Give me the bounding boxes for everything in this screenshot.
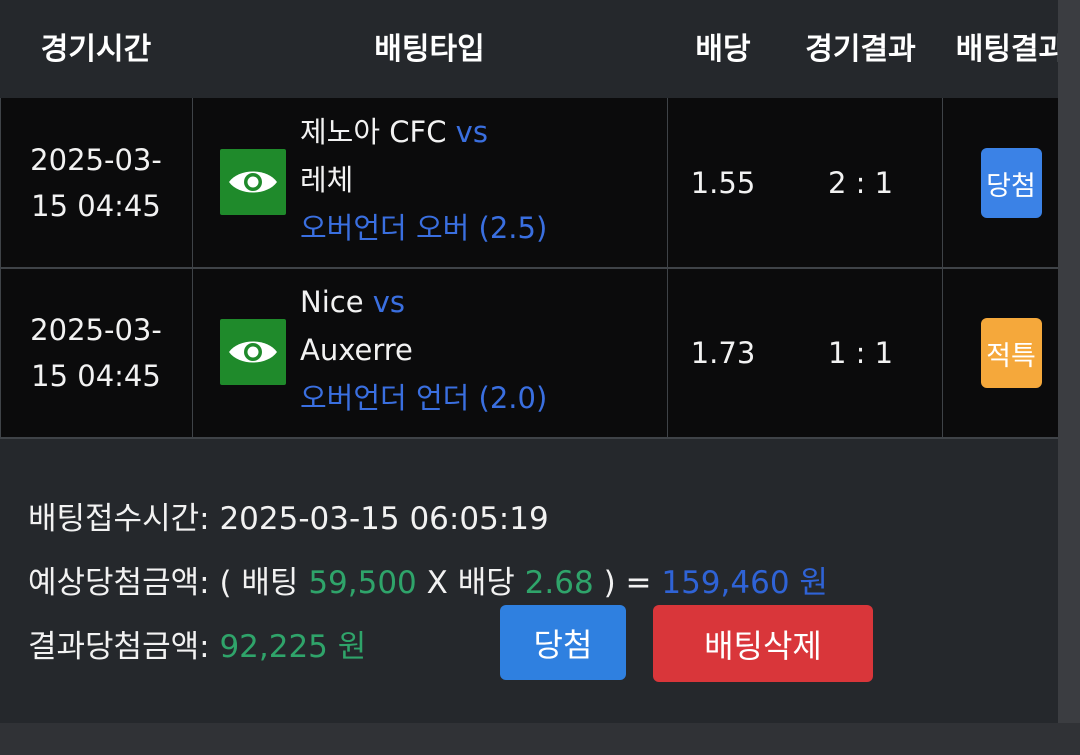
bet-detail-page: 경기시간 배팅타입 배당 경기결과 배팅결과 2025-03-15 04:45 — [0, 0, 1080, 755]
open-paren: ( — [219, 565, 232, 601]
table-header: 경기시간 배팅타입 배당 경기결과 배팅결과 — [0, 0, 1066, 98]
result-badge-void: 적특 — [980, 318, 1042, 388]
bet-time-value: 2025-03-15 06:05:19 — [219, 501, 549, 537]
odds-value: 1.55 — [690, 166, 756, 200]
vs-label: vs — [372, 285, 406, 319]
match-score: 1 : 1 — [827, 336, 894, 370]
match-score: 2 : 1 — [827, 166, 894, 200]
times-sign: X — [426, 565, 448, 601]
result-badge-win: 당첨 — [980, 148, 1042, 218]
odds-word: 배당 — [457, 565, 515, 601]
delete-bet-button[interactable]: 배팅삭제 — [653, 605, 873, 682]
result-amount: 92,225 원 — [219, 629, 367, 665]
match-time-cell: 2025-03-15 04:45 — [0, 268, 192, 438]
bet-market: 오버언더 언더 (2.0) — [300, 381, 548, 415]
header-time: 경기시간 — [40, 32, 152, 67]
expected-amount: 159,460 원 — [661, 565, 828, 601]
match-time: 2025-03-15 04:45 — [30, 312, 162, 393]
header-bet-type: 배팅타입 — [374, 32, 485, 67]
bet-market: 오버언더 오버 (2.5) — [300, 211, 548, 245]
close-equals: ) = — [603, 565, 652, 601]
home-team: 제노아 CFC — [300, 115, 447, 149]
odds-value: 1.73 — [690, 336, 756, 370]
expected-win-line: 예상당첨금액: ( 배팅 59,500 X 배당 2.68 ) = 159,46… — [28, 557, 828, 602]
table-row: 2025-03-15 04:45 제노아 CFC vs 레체 오버언더 오버 (… — [0, 98, 1058, 268]
eye-icon[interactable] — [220, 149, 286, 215]
vs-label: vs — [455, 115, 488, 149]
bet-time-line: 배팅접수시간: 2025-03-15 06:05:19 — [28, 493, 549, 538]
bet-time-label: 배팅접수시간: — [28, 501, 210, 537]
bet-type-cell: 제노아 CFC vs 레체 오버언더 오버 (2.5) — [192, 98, 667, 268]
home-team: Nice — [300, 285, 364, 319]
total-odds: 2.68 — [524, 565, 594, 601]
match-time-cell: 2025-03-15 04:45 — [0, 98, 192, 268]
bet-type-cell: Nice vs Auxerre 오버언더 언더 (2.0) — [192, 268, 667, 438]
win-button[interactable]: 당첨 — [500, 605, 626, 680]
bet-word: 배팅 — [241, 565, 299, 601]
bet-table: 2025-03-15 04:45 제노아 CFC vs 레체 오버언더 오버 (… — [0, 98, 1058, 439]
header-match-result: 경기결과 — [805, 32, 916, 67]
table-row: 2025-03-15 04:45 Nice vs Auxerre 오버언더 언더… — [0, 268, 1058, 438]
grid-line — [0, 437, 1058, 439]
grid-line — [0, 267, 1058, 269]
bet-amount: 59,500 — [308, 565, 417, 601]
eye-icon[interactable] — [220, 319, 286, 385]
scrollbar[interactable] — [1058, 0, 1080, 723]
header-odds: 배당 — [695, 32, 751, 67]
away-team: 레체 — [300, 163, 354, 197]
away-team: Auxerre — [300, 333, 413, 367]
match-time: 2025-03-15 04:45 — [30, 142, 162, 223]
footer-bar — [0, 723, 1080, 755]
bet-summary: 배팅접수시간: 2025-03-15 06:05:19 예상당첨금액: ( 배팅… — [0, 440, 1058, 723]
result-label: 결과당첨금액: — [28, 629, 210, 665]
result-win-line: 결과당첨금액: 92,225 원 — [28, 621, 366, 666]
expected-label: 예상당첨금액: — [28, 565, 210, 601]
